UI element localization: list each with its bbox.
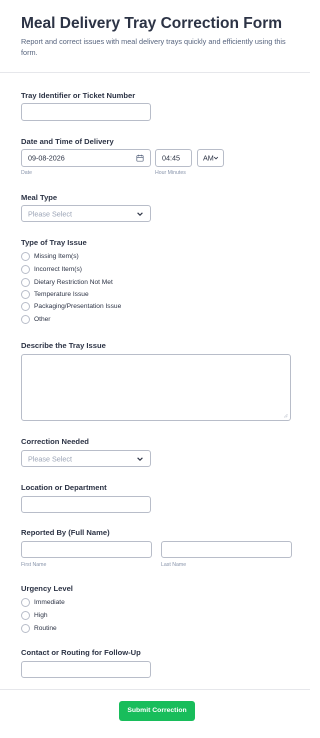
form-header: Meal Delivery Tray Correction Form Repor… bbox=[0, 0, 310, 73]
chevron-down-icon bbox=[137, 456, 143, 461]
radio-button[interactable] bbox=[21, 278, 30, 287]
correction-needed-label: Correction Needed bbox=[21, 437, 89, 446]
first-name-sublabel: First Name bbox=[21, 562, 47, 568]
date-sublabel: Date bbox=[21, 170, 32, 176]
tray-issue-option-label: Temperature Issue bbox=[34, 291, 89, 298]
last-name-sublabel: Last Name bbox=[161, 562, 187, 568]
form-title: Meal Delivery Tray Correction Form bbox=[21, 15, 283, 32]
contact-input[interactable] bbox=[21, 661, 151, 678]
reported-by-label: Reported By (Full Name) bbox=[21, 528, 110, 537]
meal-type-label: Meal Type bbox=[21, 193, 58, 202]
date-value: 09-08-2026 bbox=[28, 153, 65, 163]
ampm-select[interactable]: AM bbox=[197, 149, 224, 167]
footer-divider bbox=[0, 689, 310, 690]
tray-issue-option-label: Missing Item(s) bbox=[34, 253, 79, 260]
tray-id-label: Tray Identifier or Ticket Number bbox=[21, 91, 136, 100]
radio-button[interactable] bbox=[21, 611, 30, 620]
radio-button[interactable] bbox=[21, 315, 30, 324]
describe-issue-label: Describe the Tray Issue bbox=[21, 341, 106, 350]
radio-button[interactable] bbox=[21, 252, 30, 261]
submit-button[interactable]: Submit Correction bbox=[119, 701, 195, 721]
correction-needed-select[interactable]: Please Select bbox=[21, 450, 151, 467]
tray-issue-option-label: Dietary Restriction Not Met bbox=[34, 279, 113, 286]
radio-button[interactable] bbox=[21, 624, 30, 633]
location-label: Location or Department bbox=[21, 483, 107, 492]
time-sublabel: Hour Minutes bbox=[155, 170, 186, 176]
tray-id-input[interactable] bbox=[21, 103, 151, 121]
chevron-down-icon bbox=[137, 211, 143, 216]
radio-button[interactable] bbox=[21, 302, 30, 311]
radio-button[interactable] bbox=[21, 265, 30, 274]
location-input[interactable] bbox=[21, 496, 151, 513]
tray-issue-option-label: Other bbox=[34, 316, 51, 323]
first-name-input[interactable] bbox=[21, 541, 152, 558]
time-input[interactable]: 04:45 bbox=[155, 149, 192, 167]
radio-button[interactable] bbox=[21, 290, 30, 299]
calendar-icon[interactable] bbox=[136, 154, 144, 162]
last-name-input[interactable] bbox=[161, 541, 292, 558]
resize-handle-icon[interactable] bbox=[283, 413, 288, 418]
chevron-down-icon bbox=[213, 156, 219, 160]
time-value: 04:45 bbox=[162, 153, 180, 163]
describe-issue-textarea[interactable] bbox=[21, 354, 291, 421]
urgency-label: Urgency Level bbox=[21, 584, 73, 593]
tray-issue-label: Type of Tray Issue bbox=[21, 238, 87, 247]
urgency-option-label: Immediate bbox=[34, 599, 65, 606]
tray-issue-option-label: Incorrect Item(s) bbox=[34, 266, 82, 273]
contact-label: Contact or Routing for Follow-Up bbox=[21, 648, 141, 657]
form-subtitle: Report and correct issues with meal deli… bbox=[21, 37, 286, 57]
radio-button[interactable] bbox=[21, 598, 30, 607]
submit-button-label: Submit Correction bbox=[127, 707, 187, 714]
correction-needed-placeholder: Please Select bbox=[28, 454, 72, 463]
meal-type-placeholder: Please Select bbox=[28, 209, 72, 218]
meal-type-select[interactable]: Please Select bbox=[21, 205, 151, 222]
date-input[interactable]: 09-08-2026 bbox=[21, 149, 151, 167]
urgency-option-label: Routine bbox=[34, 625, 57, 632]
tray-issue-option-label: Packaging/Presentation Issue bbox=[34, 303, 122, 310]
urgency-option-label: High bbox=[34, 612, 48, 619]
delivery-datetime-label: Date and Time of Delivery bbox=[21, 137, 114, 146]
